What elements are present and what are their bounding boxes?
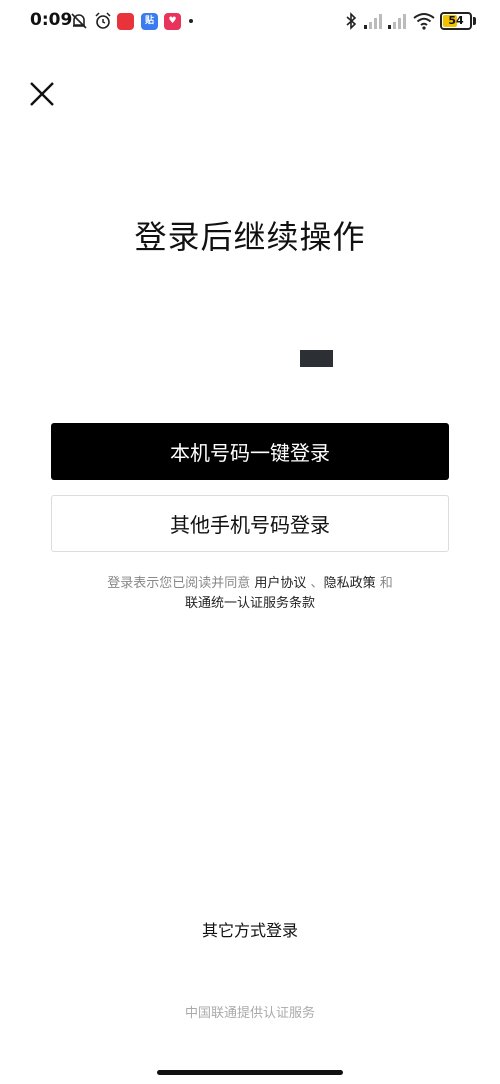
- agreement-prefix: 登录表示您已阅读并同意: [107, 576, 255, 591]
- heart-app-notification-icon: ♥: [164, 13, 181, 30]
- more-notifications-dot: [189, 19, 193, 23]
- unicom-terms-link[interactable]: 联通统一认证服务条款: [185, 596, 315, 611]
- wifi-icon: [413, 13, 435, 30]
- signal-strength-icon-2: [388, 14, 406, 29]
- other-phone-login-button[interactable]: 其他手机号码登录: [51, 495, 449, 552]
- other-login-methods-link[interactable]: 其它方式登录: [0, 917, 500, 941]
- carrier-auth-note: 中国联通提供认证服务: [184, 1006, 315, 1021]
- bluetooth-icon: [346, 12, 357, 30]
- mute-bell-icon: [71, 13, 87, 29]
- alarm-icon: [95, 12, 111, 29]
- battery-cap: [473, 17, 476, 25]
- home-indicator[interactable]: [157, 1070, 343, 1075]
- tieba-notification-icon: 贴: [141, 13, 158, 30]
- one-key-login-button[interactable]: 本机号码一键登录: [51, 423, 449, 480]
- agreement-text: 登录表示您已阅读并同意 用户协议 、隐私政策 和 联通统一认证服务条款: [0, 574, 500, 614]
- signal-strength-icon-1: [364, 14, 382, 29]
- battery-icon: 54: [440, 12, 472, 30]
- page-title: 登录后继续操作: [134, 218, 366, 256]
- status-bar: 0:09 贴 ♥ 54: [0, 0, 500, 44]
- user-agreement-link[interactable]: 用户协议: [254, 576, 306, 591]
- close-icon[interactable]: [26, 78, 58, 110]
- agreement-separator: 、: [306, 576, 324, 591]
- app-notification-icon: [117, 13, 134, 30]
- masked-phone-number: [300, 350, 333, 367]
- privacy-policy-link[interactable]: 隐私政策: [324, 576, 376, 591]
- status-time: 0:09: [30, 10, 73, 30]
- battery-percent: 54: [448, 14, 464, 27]
- agreement-and: 和: [375, 576, 393, 591]
